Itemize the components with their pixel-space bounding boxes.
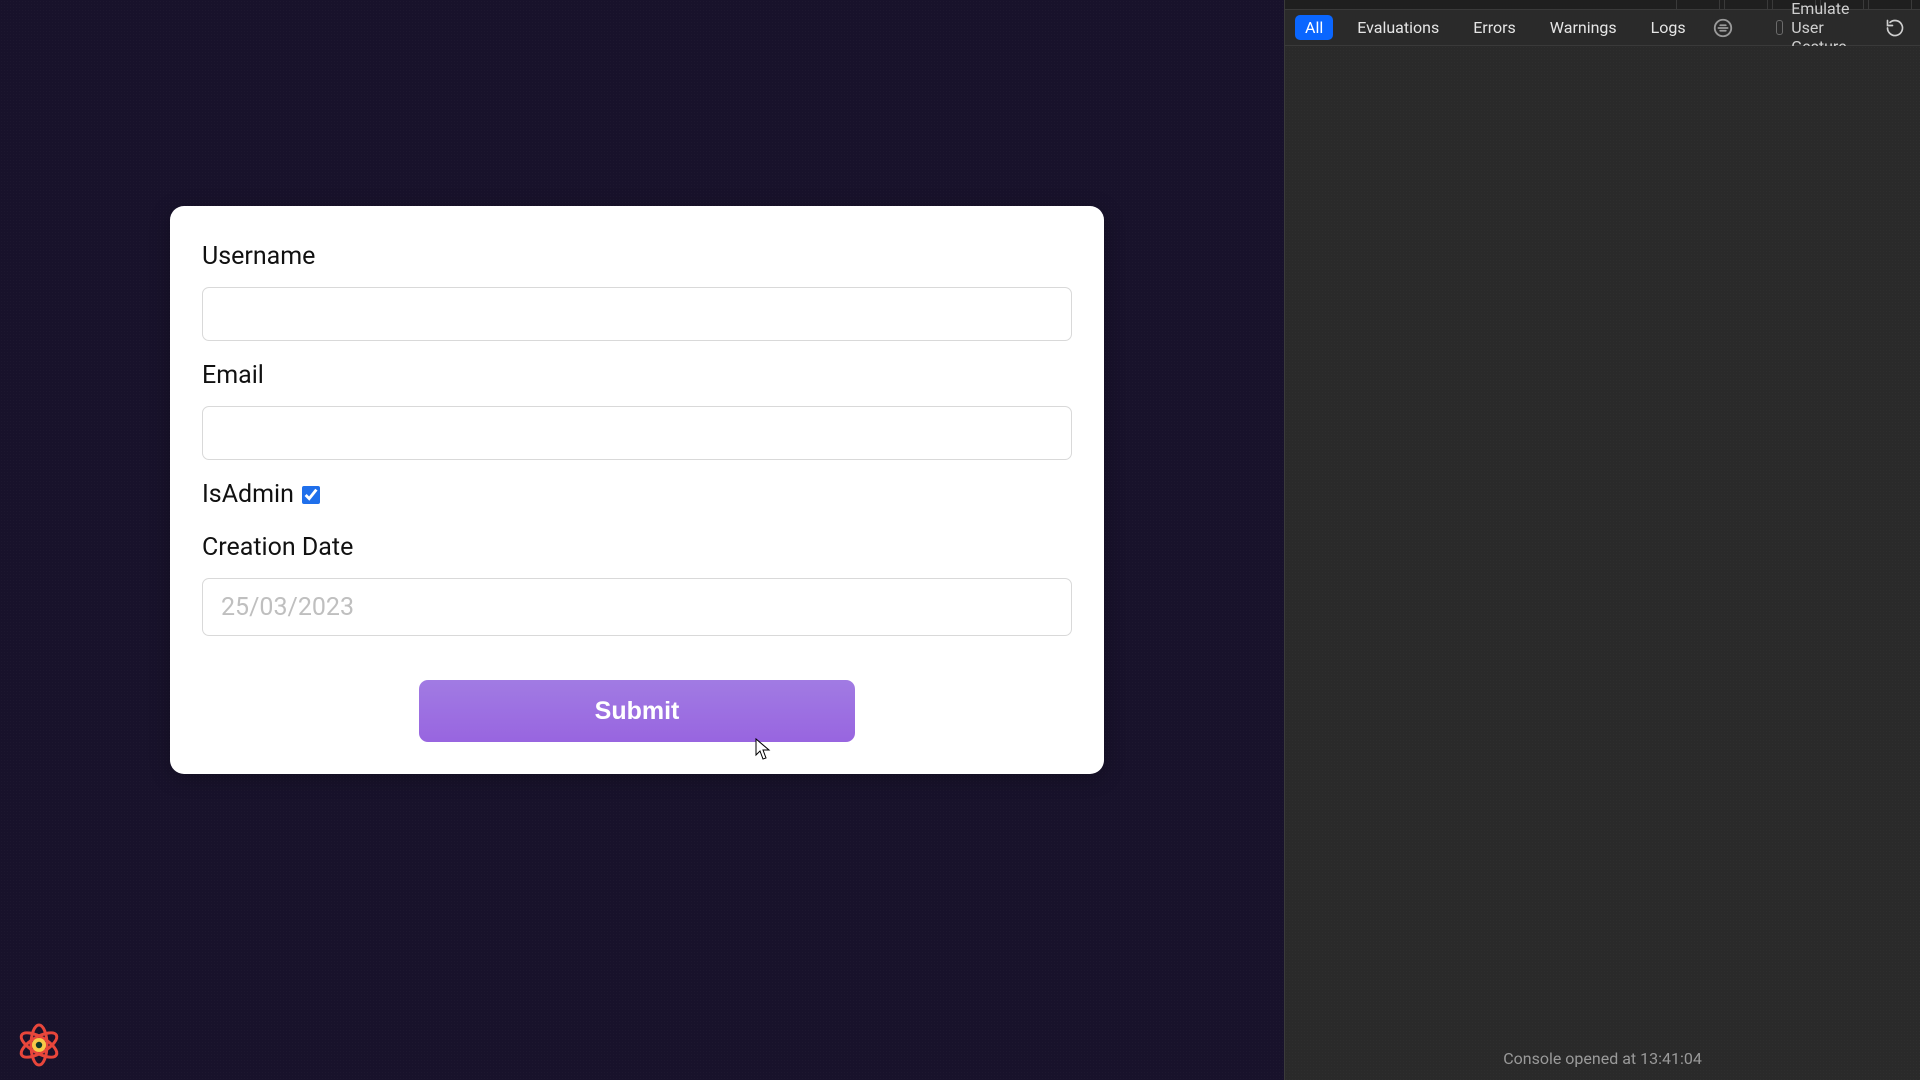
console-status-text: Console opened at 13:41:04 [1503, 1049, 1702, 1068]
filter-warnings[interactable]: Warnings [1540, 15, 1627, 40]
email-input[interactable] [202, 406, 1072, 460]
creationdate-input[interactable]: 25/03/2023 [202, 578, 1072, 636]
devtools-tab-notch[interactable] [1724, 0, 1768, 9]
filter-errors[interactable]: Errors [1463, 15, 1526, 40]
emulate-user-gesture-checkbox[interactable] [1776, 20, 1784, 35]
console-filter-bar: All Evaluations Errors Warnings Logs Emu… [1285, 10, 1920, 46]
submit-row: Submit [202, 680, 1072, 742]
isadmin-checkbox[interactable] [302, 486, 320, 504]
submit-button[interactable]: Submit [419, 680, 855, 742]
creationdate-label: Creation Date [202, 533, 1072, 562]
isadmin-field: IsAdmin [202, 480, 320, 509]
refresh-button[interactable] [1885, 14, 1905, 42]
eye-icon [1712, 17, 1734, 39]
filter-logs[interactable]: Logs [1641, 15, 1696, 40]
react-query-devtools-badge[interactable] [14, 1020, 64, 1070]
filter-all[interactable]: All [1295, 15, 1333, 40]
creationdate-field: Creation Date 25/03/2023 [202, 533, 1072, 636]
email-label: Email [202, 361, 1072, 390]
console-body[interactable]: Console opened at 13:41:04 [1285, 46, 1920, 1080]
username-input[interactable] [202, 287, 1072, 341]
flower-atom-icon [15, 1021, 63, 1069]
creationdate-value: 25/03/2023 [221, 593, 354, 622]
devtools-tab-notch[interactable] [1868, 0, 1912, 9]
username-field: Username [202, 242, 1072, 341]
filter-evaluations[interactable]: Evaluations [1347, 15, 1449, 40]
email-field: Email [202, 361, 1072, 460]
app-viewport: Username Email IsAdmin Creation Date 25/… [0, 0, 1284, 1080]
devtools-tab-notch[interactable] [1676, 0, 1720, 9]
user-form-card: Username Email IsAdmin Creation Date 25/… [170, 206, 1104, 774]
username-label: Username [202, 242, 1072, 271]
isadmin-label: IsAdmin [202, 480, 294, 509]
devtools-panel: All Evaluations Errors Warnings Logs Emu… [1284, 0, 1920, 1080]
visibility-toggle[interactable] [1712, 16, 1734, 40]
refresh-icon [1885, 18, 1905, 38]
